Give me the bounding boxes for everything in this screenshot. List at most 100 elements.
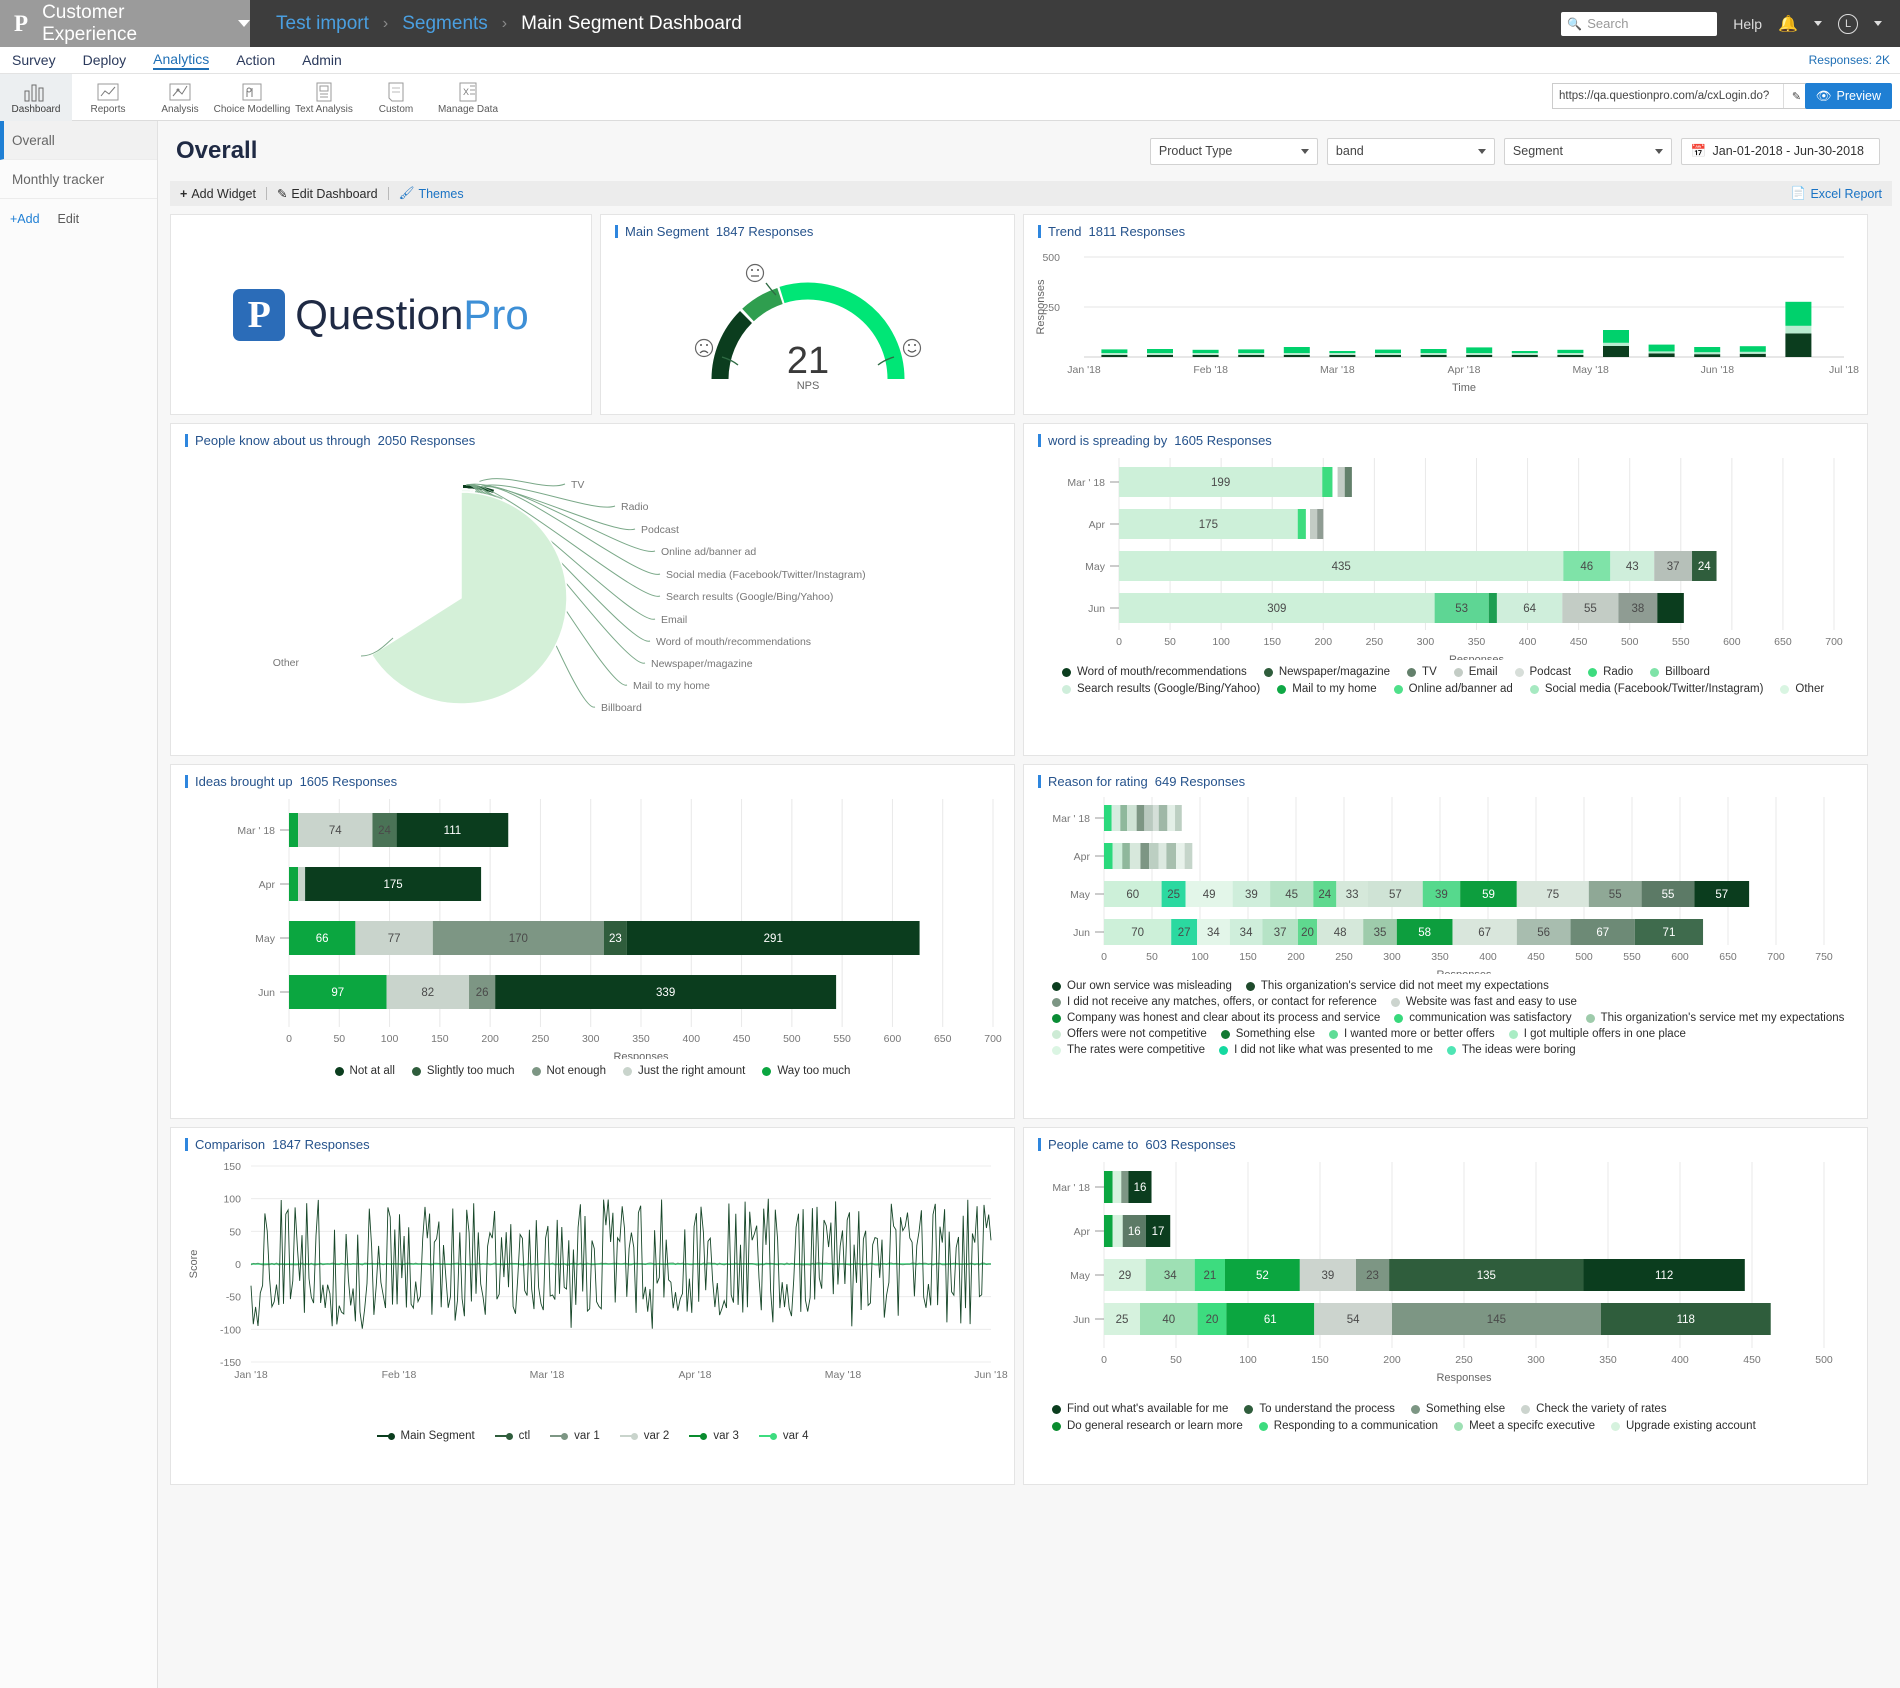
legend-item[interactable]: Meet a specifc executive <box>1454 1420 1595 1432</box>
legend-item[interactable]: This organization's service did not meet… <box>1246 980 1549 992</box>
legend-item[interactable]: Email <box>1454 666 1498 678</box>
legend-dot-icon <box>1454 668 1463 677</box>
legend-item[interactable]: Slightly too much <box>412 1065 515 1077</box>
legend-label: To understand the process <box>1259 1403 1395 1415</box>
svg-text:May: May <box>1070 889 1091 901</box>
legend-item[interactable]: Website was fast and easy to use <box>1391 996 1577 1008</box>
legend-item[interactable]: Radio <box>1588 666 1633 678</box>
filter-product-type[interactable]: Product Type <box>1150 138 1318 165</box>
breadcrumb-item-test-import[interactable]: Test import <box>276 13 369 35</box>
sidebar-item-overall[interactable]: Overall <box>0 121 157 160</box>
legend-item[interactable]: Something else <box>1221 1028 1315 1040</box>
legend-item[interactable]: Not at all <box>335 1065 395 1077</box>
legend-item[interactable]: Do general research or learn more <box>1052 1420 1243 1432</box>
tool-text-analysis[interactable]: Text Analysis <box>288 74 360 121</box>
legend-item[interactable]: Just the right amount <box>623 1065 745 1077</box>
title-accent-bar <box>1038 434 1041 447</box>
tool-reports[interactable]: Reports <box>72 74 144 121</box>
legend-item[interactable]: Find out what's available for me <box>1052 1403 1228 1415</box>
nav-item-analytics[interactable]: Analytics <box>153 51 209 70</box>
date-range-picker[interactable]: 📅 Jan-01-2018 - Jun-30-2018 <box>1681 138 1880 165</box>
legend-item[interactable]: var 3 <box>689 1430 739 1442</box>
search-input[interactable]: 🔍 Search <box>1561 12 1717 36</box>
notifications-chevron-down-icon[interactable] <box>1814 21 1822 26</box>
excel-report-button[interactable]: 📄 Excel Report <box>1791 186 1882 201</box>
legend-item[interactable]: ctl <box>495 1430 531 1442</box>
legend-item[interactable]: TV <box>1407 666 1437 678</box>
chevron-down-icon[interactable] <box>238 20 250 27</box>
legend-item[interactable]: var 2 <box>620 1430 670 1442</box>
svg-text:55: 55 <box>1609 889 1622 901</box>
add-widget-button[interactable]: + Add Widget <box>180 187 256 201</box>
legend-item[interactable]: var 1 <box>550 1430 600 1442</box>
legend-item[interactable]: Billboard <box>1650 666 1710 678</box>
legend-item[interactable]: Responding to a communication <box>1259 1420 1438 1432</box>
legend-label: Email <box>1469 666 1498 678</box>
edit-dashboard-link[interactable]: Edit <box>58 212 80 226</box>
legend-item[interactable]: This organization's service met my expec… <box>1586 1012 1845 1024</box>
tool-analysis[interactable]: Analysis <box>144 74 216 121</box>
legend-item[interactable]: Not enough <box>532 1065 606 1077</box>
legend-item[interactable]: Newspaper/magazine <box>1264 666 1390 678</box>
notifications-bell-icon[interactable]: 🔔 <box>1778 14 1798 34</box>
legend-item[interactable]: Offers were not competitive <box>1052 1028 1207 1040</box>
legend-item[interactable]: Upgrade existing account <box>1611 1420 1756 1432</box>
legend-item[interactable]: var 4 <box>759 1430 809 1442</box>
legend-dot-icon <box>1264 668 1273 677</box>
legend-item[interactable]: The rates were competitive <box>1052 1044 1205 1056</box>
avatar[interactable]: L <box>1838 14 1858 34</box>
nav-item-admin[interactable]: Admin <box>302 52 342 68</box>
word-spreading-chart: 0501001502002503003504004505005506006507… <box>1024 448 1869 660</box>
legend-item[interactable]: Something else <box>1411 1403 1505 1415</box>
tool-dashboard[interactable]: Dashboard <box>0 74 72 121</box>
legend-item[interactable]: The ideas were boring <box>1447 1044 1576 1056</box>
legend-item[interactable]: Mail to my home <box>1277 683 1376 695</box>
widget-response-count: 1605 Responses <box>1174 433 1272 448</box>
nav-item-survey[interactable]: Survey <box>12 52 56 68</box>
nav-item-action[interactable]: Action <box>236 52 275 68</box>
legend-item[interactable]: I got multiple offers in one place <box>1509 1028 1686 1040</box>
tool-manage-data[interactable]: X Manage Data <box>432 74 504 121</box>
svg-text:500: 500 <box>1815 1354 1833 1366</box>
survey-url-field[interactable]: https://qa.questionpro.com/a/cxLogin.do?… <box>1552 83 1810 109</box>
svg-text:118: 118 <box>1677 1314 1695 1326</box>
legend-item[interactable]: I did not like what was presented to me <box>1219 1044 1433 1056</box>
legend-item[interactable]: Other <box>1780 683 1824 695</box>
preview-button[interactable]: 👁 Preview <box>1805 83 1892 109</box>
account-chevron-down-icon[interactable] <box>1874 21 1882 26</box>
legend-item[interactable]: I did not receive any matches, offers, o… <box>1052 996 1377 1008</box>
legend-item[interactable]: Our own service was misleading <box>1052 980 1232 992</box>
filter-band[interactable]: band <box>1327 138 1495 165</box>
edit-dashboard-button[interactable]: ✎ Edit Dashboard <box>277 186 378 201</box>
add-dashboard-link[interactable]: +Add <box>10 212 40 226</box>
tool-choice-modelling[interactable]: Choice Modelling <box>216 74 288 121</box>
brand-block[interactable]: P Customer Experience <box>0 0 250 47</box>
help-link[interactable]: Help <box>1733 16 1762 32</box>
svg-text:Mail to my home: Mail to my home <box>633 680 710 692</box>
legend-item[interactable]: To understand the process <box>1244 1403 1395 1415</box>
word-spreading-legend: Word of mouth/recommendations Newspaper/m… <box>1024 660 1867 695</box>
svg-text:60: 60 <box>1126 889 1139 901</box>
widget-response-count: 1847 Responses <box>716 224 814 239</box>
legend-item[interactable]: Word of mouth/recommendations <box>1062 666 1247 678</box>
legend-item[interactable]: Main Segment <box>377 1430 475 1442</box>
sidebar-item-monthly-tracker[interactable]: Monthly tracker <box>0 160 157 199</box>
legend-item[interactable]: Social media (Facebook/Twitter/Instagram… <box>1530 683 1764 695</box>
svg-text:43: 43 <box>1626 561 1639 573</box>
legend-item[interactable]: Podcast <box>1515 666 1572 678</box>
legend-item[interactable]: I wanted more or better offers <box>1329 1028 1495 1040</box>
breadcrumb-item-segments[interactable]: Segments <box>402 13 488 35</box>
nps-unit: NPS <box>797 380 820 392</box>
legend-item[interactable]: Check the variety of rates <box>1521 1403 1666 1415</box>
filter-segment[interactable]: Segment <box>1504 138 1672 165</box>
legend-item[interactable]: Company was honest and clear about its p… <box>1052 1012 1380 1024</box>
legend-item[interactable]: communication was satisfactory <box>1394 1012 1571 1024</box>
legend-item[interactable]: Online ad/banner ad <box>1394 683 1513 695</box>
themes-button[interactable]: 🖌 Themes <box>399 186 464 201</box>
legend-item[interactable]: Search results (Google/Bing/Yahoo) <box>1062 683 1260 695</box>
tool-custom[interactable]: Custom <box>360 74 432 121</box>
nav-item-deploy[interactable]: Deploy <box>83 52 127 68</box>
svg-text:53: 53 <box>1455 603 1468 615</box>
ideas-chart: 0501001502002503003504004505005506006507… <box>171 789 1016 1059</box>
legend-item[interactable]: Way too much <box>762 1065 850 1077</box>
